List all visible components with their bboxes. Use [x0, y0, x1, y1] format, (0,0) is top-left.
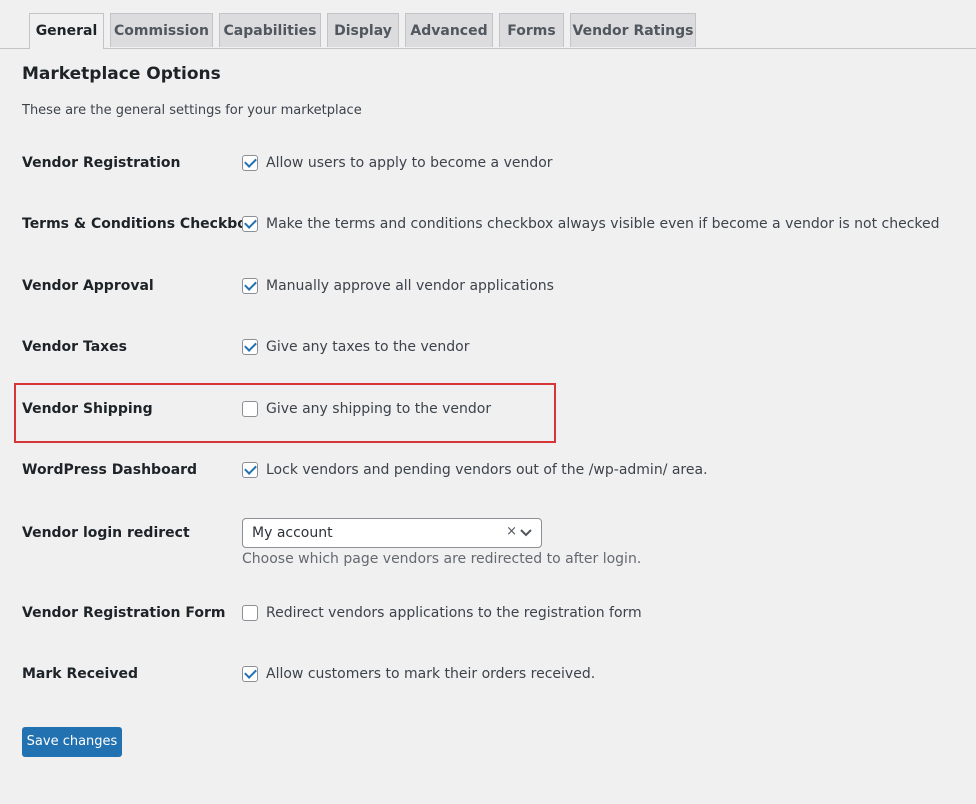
field-vendor-taxes: Give any taxes to the vendor	[242, 339, 469, 355]
checkbox-vendor-registration-form[interactable]	[242, 605, 258, 621]
checkbox-vendor-registration[interactable]	[242, 155, 258, 171]
field-wordpress-dashboard: Lock vendors and pending vendors out of …	[242, 462, 708, 478]
label-vendor-taxes: Vendor Taxes	[22, 339, 127, 355]
checkbox-wordpress-dashboard[interactable]	[242, 462, 258, 478]
checkbox-vendor-taxes[interactable]	[242, 339, 258, 355]
label-wordpress-dashboard: WordPress Dashboard	[22, 462, 198, 478]
checkbox-label[interactable]: Redirect vendors applications to the reg…	[266, 605, 642, 621]
tab-vendor-ratings[interactable]: Vendor Ratings	[570, 13, 696, 47]
page-title: Marketplace Options	[22, 64, 221, 84]
checkbox-label[interactable]: Allow users to apply to become a vendor	[266, 155, 553, 171]
checkbox-label[interactable]: Make the terms and conditions checkbox a…	[266, 216, 940, 232]
checkbox-vendor-shipping[interactable]	[242, 401, 258, 417]
label-mark-received: Mark Received	[22, 666, 138, 682]
chevron-down-icon[interactable]	[520, 525, 532, 545]
field-vendor-registration-form: Redirect vendors applications to the reg…	[242, 605, 642, 621]
checkbox-vendor-approval[interactable]	[242, 278, 258, 294]
label-vendor-shipping: Vendor Shipping	[22, 401, 153, 417]
tab-display[interactable]: Display	[327, 13, 399, 47]
checkbox-label[interactable]: Lock vendors and pending vendors out of …	[266, 462, 708, 478]
field-vendor-registration: Allow users to apply to become a vendor	[242, 155, 553, 171]
save-changes-button[interactable]: Save changes	[22, 727, 122, 757]
checkbox-label[interactable]: Give any taxes to the vendor	[266, 339, 469, 355]
settings-tabs: General Commission Capabilities Display …	[0, 0, 976, 49]
label-vendor-registration: Vendor Registration	[22, 155, 181, 171]
checkbox-label[interactable]: Allow customers to mark their orders rec…	[266, 666, 595, 682]
login-redirect-help: Choose which page vendors are redirected…	[242, 551, 642, 567]
tab-forms[interactable]: Forms	[499, 13, 564, 47]
tab-commission[interactable]: Commission	[110, 13, 213, 47]
field-vendor-shipping: Give any shipping to the vendor	[242, 401, 491, 417]
tab-general[interactable]: General	[29, 13, 104, 49]
tab-advanced[interactable]: Advanced	[405, 13, 493, 47]
tab-capabilities[interactable]: Capabilities	[219, 13, 321, 47]
label-vendor-login-redirect: Vendor login redirect	[22, 525, 190, 541]
field-terms-conditions: Make the terms and conditions checkbox a…	[242, 216, 940, 232]
select-value: My account	[252, 525, 333, 541]
checkbox-mark-received[interactable]	[242, 666, 258, 682]
login-redirect-select[interactable]: My account ×	[242, 518, 542, 548]
field-mark-received: Allow customers to mark their orders rec…	[242, 666, 595, 682]
clear-icon[interactable]: ×	[506, 524, 517, 539]
label-terms-conditions: Terms & Conditions Checkbox	[22, 216, 256, 232]
checkbox-label[interactable]: Manually approve all vendor applications	[266, 278, 554, 294]
section-description: These are the general settings for your …	[22, 103, 362, 118]
label-vendor-registration-form: Vendor Registration Form	[22, 605, 226, 621]
checkbox-label[interactable]: Give any shipping to the vendor	[266, 401, 491, 417]
checkbox-terms-conditions[interactable]	[242, 216, 258, 232]
field-vendor-approval: Manually approve all vendor applications	[242, 278, 554, 294]
label-vendor-approval: Vendor Approval	[22, 278, 154, 294]
